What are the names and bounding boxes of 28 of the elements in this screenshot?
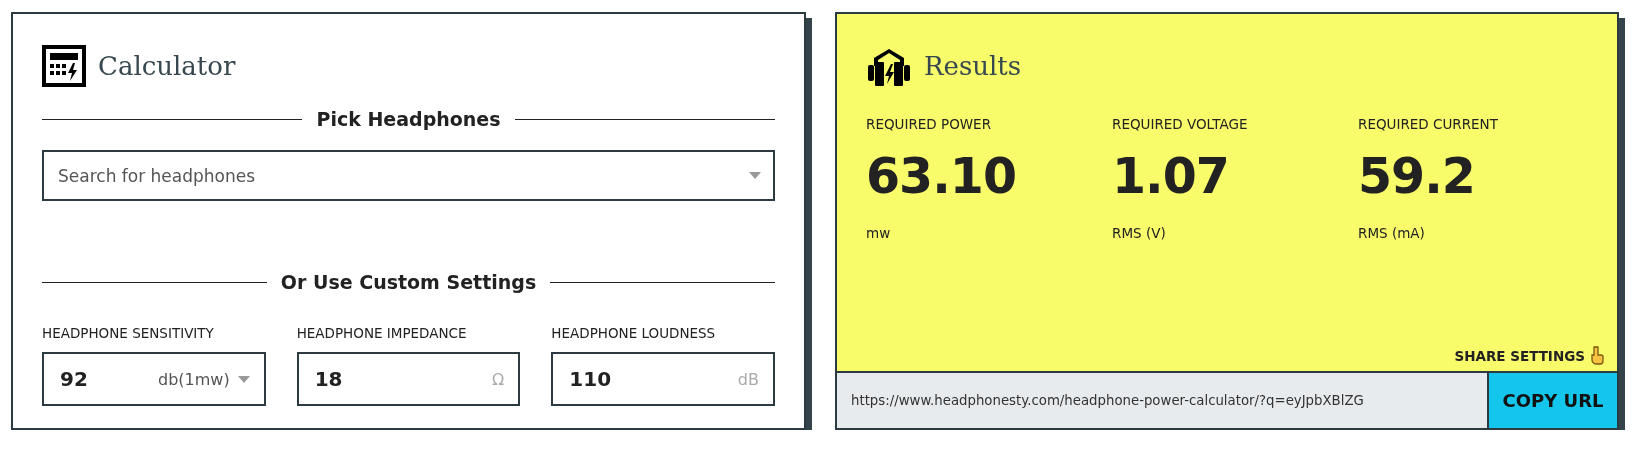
section-heading: Or Use Custom Settings xyxy=(280,271,537,293)
metric-label: REQUIRED VOLTAGE xyxy=(1112,116,1249,132)
share-label: SHARE SETTINGS xyxy=(1454,347,1585,364)
field-label: HEADPHONE LOUDNESS xyxy=(551,325,717,341)
dropdown-caret-icon xyxy=(237,375,250,383)
card-title: Results xyxy=(924,51,1022,81)
metric-label: REQUIRED POWER xyxy=(866,116,993,132)
input-field[interactable]: 110 dB xyxy=(551,352,775,406)
field-label: HEADPHONE IMPEDANCE xyxy=(296,325,468,341)
metric-value: 59.2 xyxy=(1358,148,1476,205)
metric-value: 1.07 xyxy=(1112,148,1230,205)
pointing-hand-icon xyxy=(1590,346,1604,365)
metric-unit: RMS (mA) xyxy=(1358,225,1426,241)
search-field[interactable]: Search for headphones xyxy=(42,150,775,201)
card-title: Calculator xyxy=(98,51,236,81)
metric-unit: mw xyxy=(866,225,892,241)
field-label: HEADPHONE SENSITIVITY xyxy=(42,325,215,341)
metric-value: 63.10 xyxy=(866,148,1017,205)
headphones-icon xyxy=(866,46,912,86)
url-field[interactable]: https://www.headphonesty.com/headphone-power-calculator/?q=eyJpbXBlZG xyxy=(837,373,1489,428)
section-heading: Pick Headphones xyxy=(316,108,501,130)
dropdown-field[interactable]: 92 db(1mw) xyxy=(42,352,266,406)
input-field[interactable]: 18 Ω xyxy=(296,352,521,406)
calculator-icon xyxy=(42,45,86,87)
metric-unit: RMS (V) xyxy=(1112,225,1167,241)
copy-url-button[interactable]: COPY URL xyxy=(1489,373,1617,428)
dropdown-caret-icon xyxy=(749,172,761,179)
metric-label: REQUIRED CURRENT xyxy=(1358,116,1499,132)
